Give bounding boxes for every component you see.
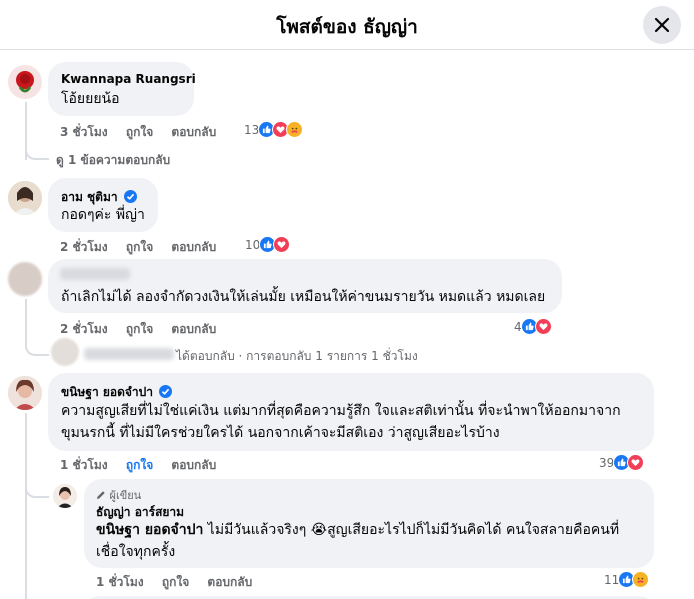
- love-reaction-icon: [273, 236, 291, 253]
- reaction-summary[interactable]: 39: [599, 454, 645, 471]
- like-button[interactable]: ถูกใจ: [126, 458, 153, 472]
- love-reaction-icon: [534, 318, 552, 335]
- comment-text-line1: ขนิษฐา ยอดจำปา ไม่มีวันแล้วจริงๆ 😭สูญเสี…: [96, 522, 620, 538]
- reply-summary-link[interactable]: ได้ตอบกลับ · การตอบกลับ 1 รายการ 1 ชั่วโ…: [176, 347, 418, 366]
- comment-text-line2: เชื่อใจทุกครั้ง: [96, 544, 176, 560]
- reply-button[interactable]: ตอบกลับ: [171, 125, 216, 139]
- comment-time[interactable]: 2 ชั่วโมง: [60, 240, 108, 254]
- comment-text: ถ้าเลิกไม่ได้ ลองจำกัดวงเงินให้เล่นมั้ย …: [61, 289, 546, 305]
- reaction-summary[interactable]: 10: [245, 236, 291, 253]
- like-button[interactable]: ถูกใจ: [126, 322, 153, 336]
- avatar[interactable]: [8, 376, 42, 410]
- reply-button[interactable]: ตอบกลับ: [171, 322, 216, 336]
- rose-avatar-icon: [16, 71, 34, 93]
- reply-button[interactable]: ตอบกลับ: [171, 240, 216, 254]
- comment-text: โอ้ยยยน้อ: [61, 91, 120, 107]
- like-button[interactable]: ถูกใจ: [162, 575, 189, 589]
- comment-text: กอดๆค่ะ พี่ญ่า: [61, 207, 145, 223]
- close-button[interactable]: [643, 6, 681, 44]
- close-icon: [654, 17, 670, 33]
- author-badge: ผู้เขียน: [96, 486, 141, 504]
- reply-avatar[interactable]: [51, 338, 79, 366]
- person-avatar-icon: [8, 376, 42, 410]
- person-avatar-icon: [53, 484, 77, 508]
- love-reaction-icon: [627, 454, 645, 471]
- comment-text-line1: ความสูญเสียที่ไม่ใช่แค่เงิน แต่มากที่สุด…: [61, 403, 621, 419]
- avatar[interactable]: [8, 65, 42, 99]
- blurred-author-name: [60, 268, 130, 280]
- verified-badge-icon: [123, 190, 137, 203]
- reaction-summary[interactable]: 11: [604, 571, 650, 588]
- comment-time[interactable]: 1 ชั่วโมง: [96, 575, 144, 589]
- reaction-summary[interactable]: 13: [244, 121, 304, 138]
- reply-button[interactable]: ตอบกลับ: [171, 458, 216, 472]
- mention-link[interactable]: ขนิษฐา ยอดจำปา: [96, 522, 203, 538]
- comment-time[interactable]: 1 ชั่วโมง: [60, 458, 108, 472]
- care-reaction-icon: [632, 571, 650, 588]
- comment-author[interactable]: Kwannapa Ruangsri: [61, 72, 196, 86]
- reply-button[interactable]: ตอบกลับ: [207, 575, 252, 589]
- comment-time[interactable]: 2 ชั่วโมง: [60, 322, 108, 336]
- blurred-replier-name: [84, 348, 174, 360]
- comment-text-line2: ขุมนรกนี้ ที่ไม่มีใครช่วยใครได้ นอกจากเค…: [61, 425, 500, 441]
- view-replies-link[interactable]: ดู 1 ข้อความตอบกลับ: [56, 151, 170, 170]
- dialog-title: โพสต์ของ ธัญญ่า: [276, 16, 418, 38]
- like-button[interactable]: ถูกใจ: [126, 240, 153, 254]
- pencil-icon: [97, 491, 105, 499]
- avatar[interactable]: [8, 262, 42, 296]
- person-avatar-icon: [8, 181, 42, 215]
- like-button[interactable]: ถูกใจ: [126, 125, 153, 139]
- comment-time[interactable]: 3 ชั่วโมง: [60, 125, 108, 139]
- care-reaction-icon: [286, 121, 304, 138]
- author-avatar[interactable]: [53, 484, 77, 508]
- dialog-header: โพสต์ของ ธัญญ่า: [0, 0, 694, 50]
- reaction-summary[interactable]: 4: [514, 318, 552, 335]
- avatar[interactable]: [8, 181, 42, 215]
- verified-badge-icon: [159, 385, 173, 398]
